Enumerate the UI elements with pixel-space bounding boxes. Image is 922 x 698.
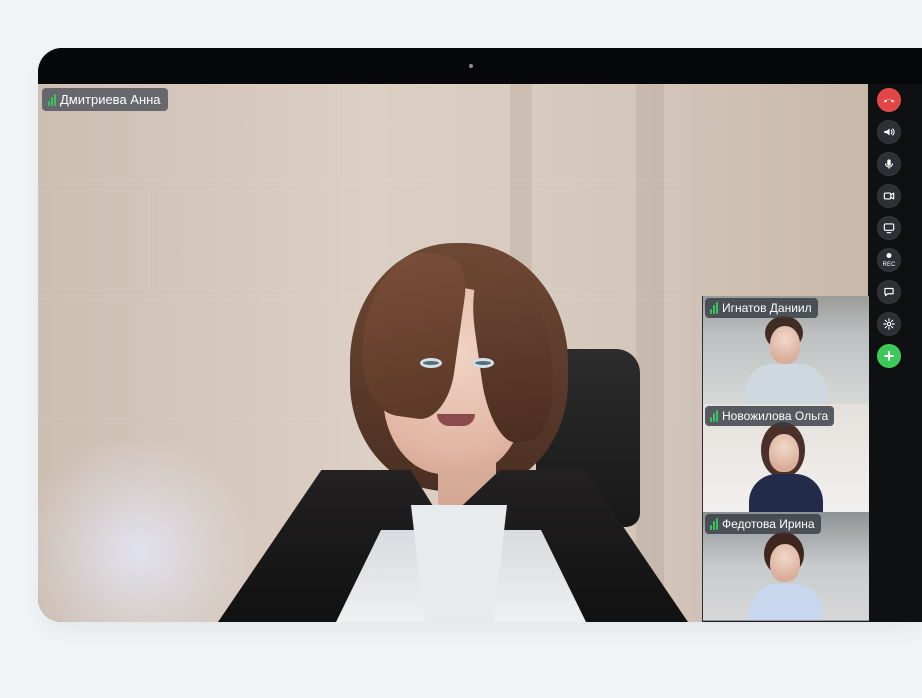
participant-tile[interactable]: Новожилова Ольга bbox=[703, 404, 869, 513]
face bbox=[770, 326, 800, 364]
hangup-button[interactable] bbox=[877, 88, 901, 112]
participant-name-tag: Федотова Ирина bbox=[705, 514, 821, 534]
main-participant-name: Дмитриева Анна bbox=[60, 92, 161, 107]
wall-block bbox=[38, 184, 150, 296]
participant-name: Федотова Ирина bbox=[722, 517, 815, 531]
eye bbox=[420, 358, 442, 368]
screen-share-button[interactable] bbox=[877, 216, 901, 240]
wall-block bbox=[183, 84, 340, 181]
shirt bbox=[749, 474, 823, 512]
top-bezel bbox=[38, 48, 922, 84]
camera-icon bbox=[883, 192, 895, 200]
shirt bbox=[749, 584, 823, 620]
speaker-icon bbox=[884, 128, 895, 136]
shirt-v bbox=[411, 505, 507, 622]
face bbox=[770, 544, 800, 582]
video-call-device: Дмитриева Анна Игнатов Даниил Новожилова… bbox=[38, 48, 922, 622]
screen-share-icon bbox=[883, 223, 895, 234]
chat-icon bbox=[884, 287, 894, 297]
main-participant-person bbox=[138, 170, 688, 622]
participant-thumbnails: Игнатов Даниил Новожилова Ольга Федотова… bbox=[702, 296, 869, 622]
record-label: REC bbox=[882, 262, 896, 268]
call-toolbar: REC + bbox=[872, 84, 906, 412]
chat-button[interactable] bbox=[877, 280, 901, 304]
phone-hangup-icon bbox=[883, 99, 895, 103]
participant-name: Игнатов Даниил bbox=[722, 301, 812, 315]
wall-shadow bbox=[636, 84, 664, 622]
microphone-button[interactable] bbox=[877, 152, 901, 176]
microphone-icon bbox=[884, 159, 894, 169]
shirt bbox=[745, 364, 827, 404]
participant-person bbox=[731, 316, 841, 404]
participant-person bbox=[731, 422, 841, 512]
participant-name: Новожилова Ольга bbox=[722, 409, 829, 423]
face bbox=[769, 434, 799, 472]
main-participant-name-tag: Дмитриева Анна bbox=[42, 88, 168, 111]
camera-button[interactable] bbox=[877, 184, 901, 208]
wall-block bbox=[343, 84, 505, 181]
page: Дмитриева Анна Игнатов Даниил Новожилова… bbox=[0, 0, 922, 698]
settings-button[interactable] bbox=[877, 312, 901, 336]
speaker-button[interactable] bbox=[877, 120, 901, 144]
eye bbox=[472, 358, 494, 368]
active-mic-icon bbox=[710, 410, 718, 422]
participant-tile[interactable]: Федотова Ирина bbox=[703, 512, 869, 621]
record-icon bbox=[886, 253, 892, 258]
camera-dot bbox=[469, 64, 473, 68]
participant-name-tag: Новожилова Ольга bbox=[705, 406, 835, 426]
record-button[interactable]: REC bbox=[877, 248, 901, 272]
settings-icon bbox=[883, 318, 895, 330]
active-mic-icon bbox=[710, 518, 718, 530]
participant-tile[interactable]: Игнатов Даниил bbox=[703, 296, 869, 405]
mouth bbox=[437, 414, 475, 426]
participant-person bbox=[731, 532, 841, 620]
add-participant-button[interactable]: + bbox=[877, 344, 901, 368]
participant-name-tag: Игнатов Даниил bbox=[705, 298, 818, 318]
active-mic-icon bbox=[48, 93, 56, 106]
active-mic-icon bbox=[710, 302, 718, 314]
add-icon: + bbox=[883, 346, 895, 366]
